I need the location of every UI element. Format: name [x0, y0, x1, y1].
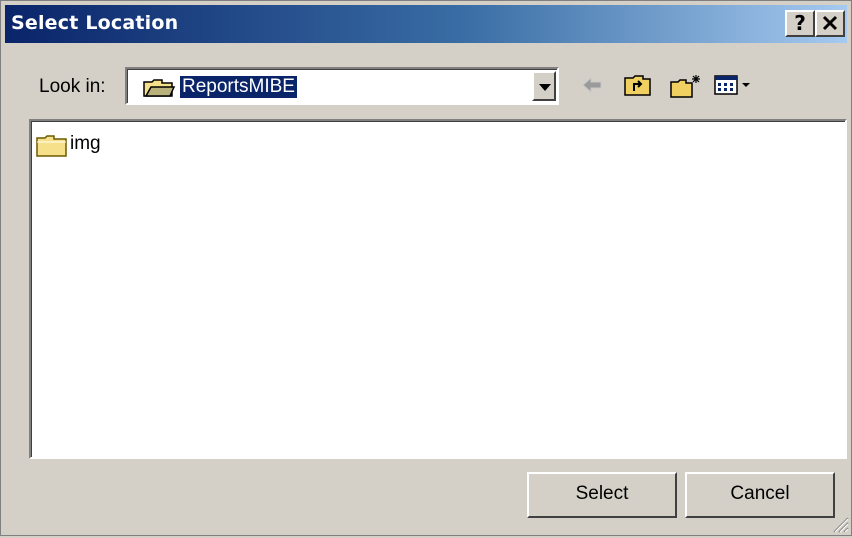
chevron-down-icon: [539, 84, 551, 91]
view-menu-icon[interactable]: [713, 73, 753, 102]
look-in-value: ReportsMIBE: [179, 75, 298, 99]
file-name: img: [70, 133, 101, 154]
close-icon: [822, 15, 838, 31]
cancel-button[interactable]: Cancel: [685, 472, 835, 518]
look-in-dropdown[interactable]: ReportsMIBE: [125, 67, 559, 105]
open-folder-icon: [142, 78, 176, 103]
select-button[interactable]: Select: [527, 472, 677, 518]
help-button[interactable]: ?: [785, 10, 815, 37]
create-new-folder-icon[interactable]: [669, 73, 703, 104]
dropdown-arrow-button[interactable]: [532, 71, 556, 101]
back-arrow-icon[interactable]: [579, 73, 607, 102]
look-in-label: Look in:: [39, 76, 106, 97]
title-bar: Select Location ?: [5, 5, 847, 43]
dialog-title: Select Location: [11, 12, 179, 34]
close-button[interactable]: [815, 10, 845, 37]
resize-grip-icon[interactable]: [831, 515, 849, 533]
folder-icon: [36, 134, 68, 163]
select-location-dialog: Select Location ? Look in: ReportsMIBE i…: [0, 0, 852, 536]
file-list[interactable]: img: [29, 119, 847, 459]
up-one-level-icon[interactable]: [623, 73, 653, 104]
